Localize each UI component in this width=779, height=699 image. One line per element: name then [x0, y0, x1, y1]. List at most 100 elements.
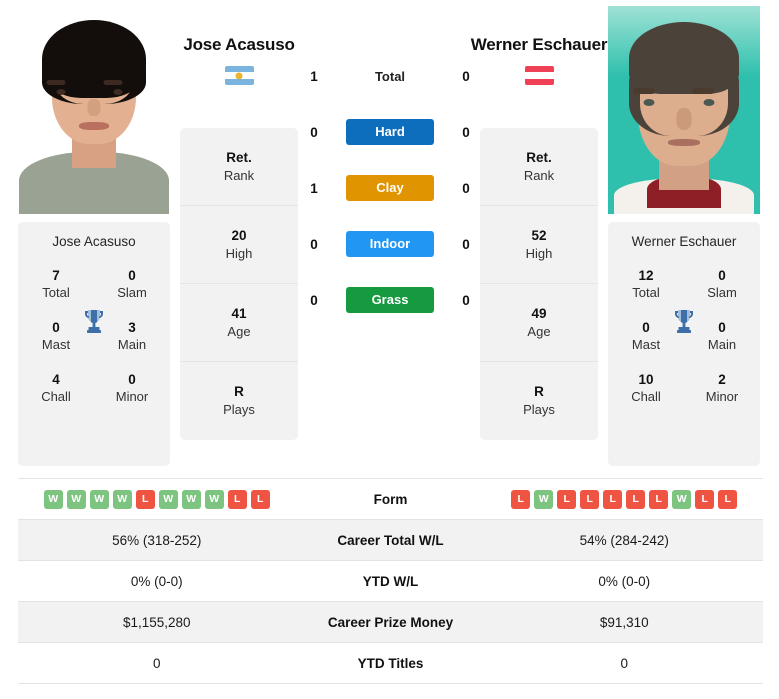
title-value: 4: [52, 372, 60, 387]
form-badge-loss[interactable]: L: [250, 489, 270, 509]
surface-score-right: 0: [462, 68, 470, 84]
rank-value: Ret.: [526, 149, 552, 165]
surface-pill-indoor[interactable]: Indoor: [346, 231, 434, 257]
stat-label: YTD W/L: [362, 573, 419, 589]
form-badge-loss[interactable]: L: [649, 489, 669, 509]
surface-score-left: 0: [310, 124, 318, 140]
surface-h2h-list: 1 Total 0 0 Hard 0 1 Clay 0 0 Indoor 0 0 Grass 0: [300, 62, 480, 314]
title-label: Mast: [41, 337, 71, 352]
surface-pill-hard[interactable]: Hard: [346, 119, 434, 145]
player-photo-left: [18, 6, 170, 214]
form-badge-loss[interactable]: L: [603, 489, 623, 509]
trophy-icon: [675, 310, 693, 333]
title-label: Total: [632, 285, 660, 300]
stat-cell-left: $1,155,280: [18, 615, 296, 630]
rank-value: 41: [231, 305, 247, 321]
player-card-name-right: Werner Eschauer: [631, 234, 737, 249]
form-badge-loss[interactable]: L: [695, 489, 715, 509]
title-value: 10: [638, 372, 654, 387]
title-label: Chall: [631, 389, 661, 404]
surface-row-hard: 0 Hard 0: [300, 118, 480, 146]
stat-cell-left: WWWWLWWWLL: [18, 489, 296, 509]
surface-pill-grass[interactable]: Grass: [346, 287, 434, 313]
stat-cell-left: 0: [18, 656, 296, 671]
form-badge-loss[interactable]: L: [718, 489, 738, 509]
stat-value: 56% (318-252): [112, 532, 202, 548]
title-value: 0: [718, 268, 726, 283]
stat-cell-right: 0: [486, 656, 764, 671]
stat-label: Career Prize Money: [327, 614, 454, 630]
title-stat-chall: 4 Chall: [18, 371, 94, 405]
player-photo-right: [608, 6, 760, 214]
rank-value: R: [234, 384, 244, 399]
rank-label: Plays: [223, 402, 255, 417]
trophy-icon: [85, 310, 103, 333]
form-badge-loss[interactable]: L: [135, 489, 155, 509]
form-badge-win[interactable]: W: [43, 489, 63, 509]
portrait-eye-right: [703, 99, 715, 106]
player-name-left[interactable]: Jose Acasuso: [156, 32, 322, 57]
form-badge-loss[interactable]: L: [557, 489, 577, 509]
rank-value: Ret.: [226, 149, 252, 165]
player-name-right[interactable]: Werner Eschauer: [456, 32, 622, 57]
surface-pill-clay[interactable]: Clay: [346, 175, 434, 201]
form-badge-loss[interactable]: L: [626, 489, 646, 509]
rank-row-plays: R Plays: [480, 362, 598, 440]
stat-value: 0% (0-0): [598, 573, 651, 589]
sun-of-may-icon: [235, 72, 243, 79]
rank-card-left: Ret. Rank 20 High 41 Age R Plays: [180, 128, 298, 440]
stat-cell-left: 0% (0-0): [18, 574, 296, 589]
portrait-brow-right: [103, 80, 123, 85]
form-badge-win[interactable]: W: [89, 489, 109, 509]
form-badge-win[interactable]: W: [112, 489, 132, 509]
surface-row-total: 1 Total 0: [300, 62, 480, 90]
player-header-left: Jose Acasuso: [156, 32, 322, 85]
portrait-mouth: [79, 122, 109, 130]
player-titles-card-left: Jose Acasuso 7 Total 0 Slam 0 Mast 3 Main 4 Chall…: [18, 222, 170, 466]
title-value: 0: [128, 372, 136, 387]
form-badge-loss[interactable]: L: [511, 489, 531, 509]
stat-cell-right: LWLLLLLWLL: [486, 489, 764, 509]
rank-label: High: [525, 245, 553, 261]
title-value: 12: [638, 268, 654, 283]
form-badge-win[interactable]: W: [181, 489, 201, 509]
title-value: 7: [52, 268, 60, 283]
title-value: 0: [128, 268, 136, 283]
rank-card-right: Ret. Rank 52 High 49 Age R Plays: [480, 128, 598, 440]
portrait-nose: [87, 99, 101, 116]
stat-label: Form: [373, 491, 408, 507]
form-badge-loss[interactable]: L: [227, 489, 247, 509]
surface-score-left: 1: [310, 180, 318, 196]
portrait-mouth: [668, 139, 700, 146]
form-badge-win[interactable]: W: [672, 489, 692, 509]
form-badge-win[interactable]: W: [158, 489, 178, 509]
rank-label: High: [225, 245, 253, 261]
rank-row-high: 20 High: [180, 206, 298, 284]
title-label: Slam: [707, 285, 737, 300]
surface-score-right: 0: [462, 236, 470, 252]
surface-score-right: 0: [462, 292, 470, 308]
title-label: Minor: [115, 389, 149, 404]
portrait-hair: [629, 22, 739, 94]
stat-cell-left: 56% (318-252): [18, 533, 296, 548]
form-badge-win[interactable]: W: [66, 489, 86, 509]
surface-score-left: 1: [310, 68, 318, 84]
title-label: Mast: [631, 337, 661, 352]
rank-row-high: 52 High: [480, 206, 598, 284]
stat-cell-right: $91,310: [486, 615, 764, 630]
stat-value: $91,310: [599, 614, 649, 630]
surface-label-total: Total: [374, 68, 406, 84]
title-value: 2: [718, 372, 726, 387]
form-badge-win[interactable]: W: [204, 489, 224, 509]
stat-label: Career Total W/L: [337, 532, 444, 548]
stats-row-form: W W W W L W W W L L Form L W L L L L L W L L: [18, 479, 763, 520]
rank-label: Age: [527, 323, 551, 339]
rank-row-rank: Ret. Rank: [180, 128, 298, 206]
title-stat-total: 12 Total: [608, 267, 684, 301]
stat-cell-right: 0% (0-0): [486, 574, 764, 589]
rank-row-age: 41 Age: [180, 284, 298, 362]
form-badge-win[interactable]: W: [534, 489, 554, 509]
stat-cell-right: 54% (284-242): [486, 533, 764, 548]
stats-row-ytd-wl: 0% (0-0) YTD W/L 0% (0-0): [18, 561, 763, 602]
form-badge-loss[interactable]: L: [580, 489, 600, 509]
